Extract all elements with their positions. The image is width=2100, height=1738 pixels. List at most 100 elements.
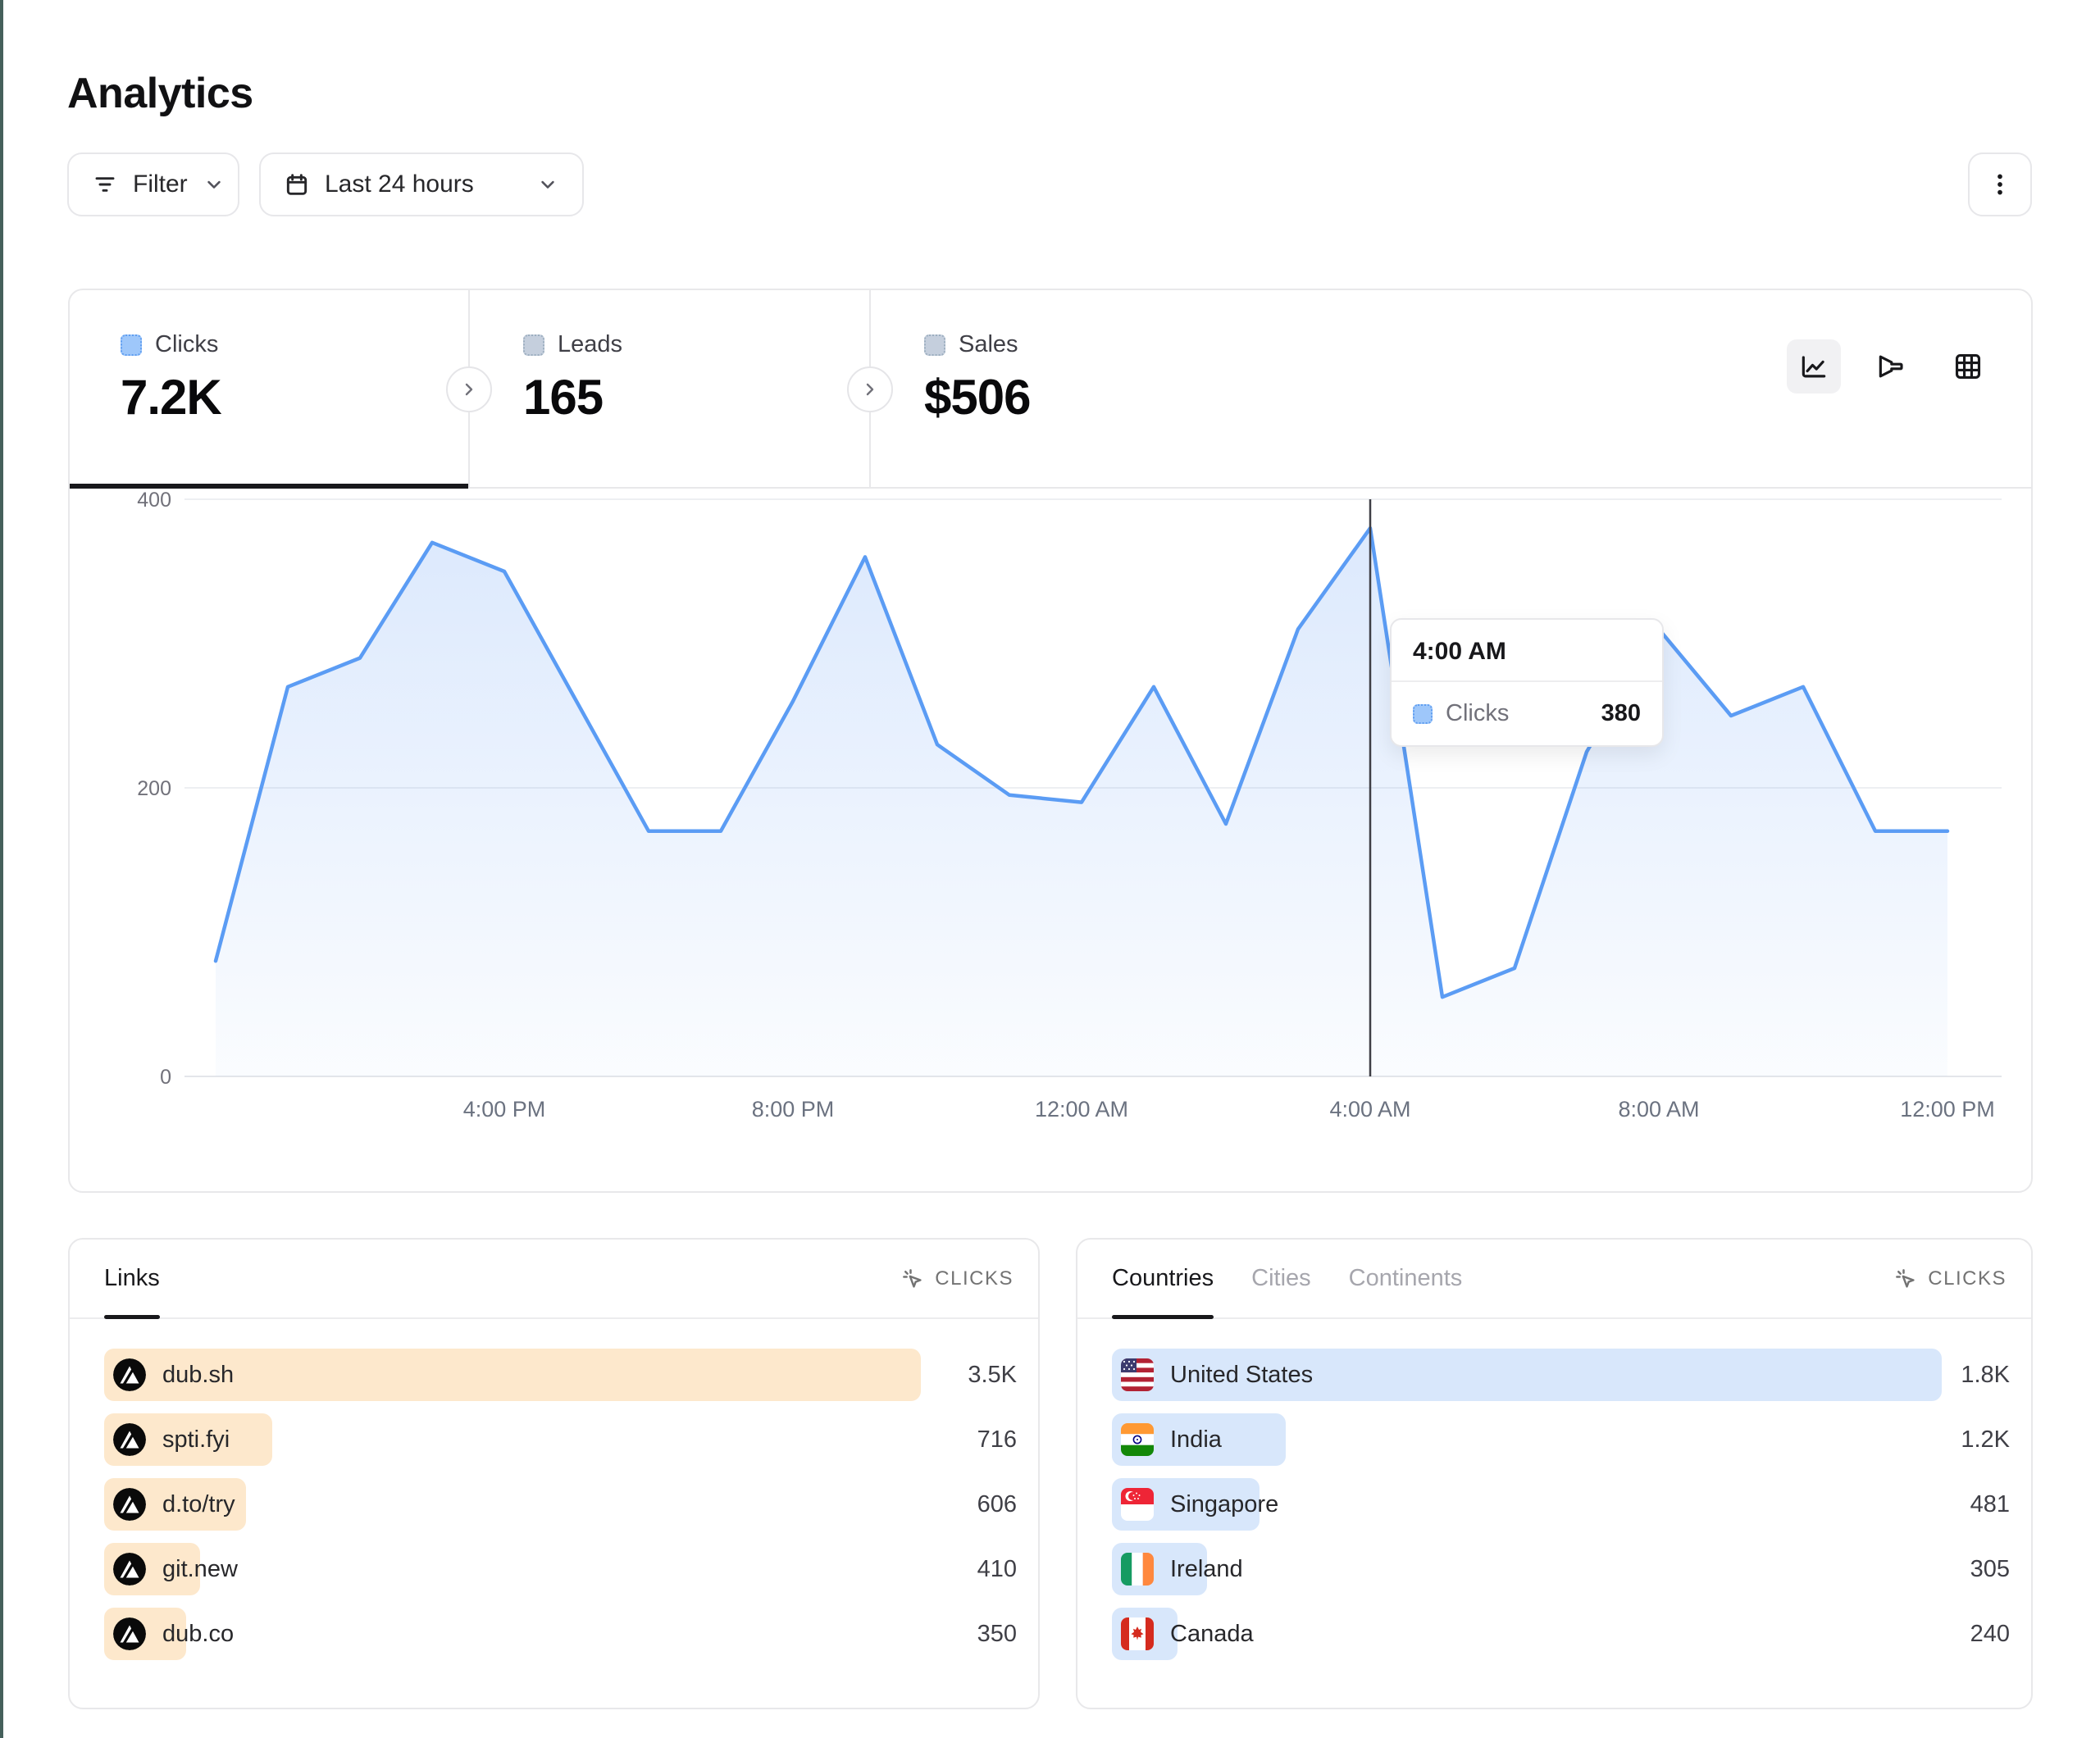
tab-sales[interactable]: Sales $506 (870, 290, 1271, 487)
table-view-button[interactable] (1941, 339, 1995, 394)
metric-label: CLICKS (1928, 1267, 2007, 1290)
dub-logo-icon (113, 1617, 146, 1650)
row-value: 1.2K (1961, 1426, 2010, 1454)
date-range-label: Last 24 hours (325, 171, 474, 198)
list-item[interactable]: Singapore 481 (1112, 1478, 2010, 1531)
dub-logo-icon (113, 1358, 146, 1391)
more-options-button[interactable] (1968, 152, 2032, 216)
tab-continents[interactable]: Continents (1349, 1240, 1463, 1317)
geo-panel: Countries Cities Continents CLICKS Unite… (1076, 1238, 2033, 1709)
stat-value: 7.2K (121, 369, 221, 425)
filter-button[interactable]: Filter (67, 152, 239, 216)
tab-leads[interactable]: Leads 165 (469, 290, 870, 487)
analytics-card: Clicks 7.2K Leads 165 Sales $506 (68, 289, 2033, 1193)
link-favicon (113, 1488, 146, 1521)
row-label: git.new (162, 1556, 238, 1583)
y-axis-label: 400 (137, 489, 171, 512)
row-value: 716 (977, 1426, 1017, 1454)
row-label: d.to/try (162, 1491, 235, 1518)
metric-label: CLICKS (935, 1267, 1014, 1290)
link-favicon (113, 1617, 146, 1650)
country-flag-icon (1121, 1358, 1154, 1391)
tooltip-value: 380 (1601, 700, 1641, 727)
dub-logo-icon (113, 1488, 146, 1521)
analytics-page: Analytics Filter Last 24 hours Clicks (0, 0, 2100, 1738)
row-label: Ireland (1170, 1556, 1243, 1583)
calendar-icon (284, 171, 310, 198)
stat-label: Sales (959, 331, 1018, 358)
row-label: India (1170, 1426, 1222, 1454)
expand-clicks-button[interactable] (446, 366, 492, 412)
row-label: dub.sh (162, 1362, 234, 1389)
x-axis-label: 4:00 AM (1329, 1097, 1410, 1122)
countries-list: United States 1.8K India 1.2K Singapore 481 Ir… (1077, 1319, 2031, 1660)
clicks-legend-square (121, 334, 142, 356)
ie-flag-icon (1121, 1553, 1154, 1586)
list-item[interactable]: Canada240 (1112, 1608, 2010, 1660)
in-flag-icon (1121, 1423, 1154, 1456)
row-label: spti.fyi (162, 1426, 230, 1454)
row-value: 481 (1970, 1491, 2010, 1518)
page-title: Analytics (67, 69, 253, 118)
line-chart-icon (1798, 351, 1829, 382)
list-item[interactable]: d.to/try 606 (104, 1478, 1017, 1531)
stat-label: Clicks (155, 331, 218, 358)
date-range-button[interactable]: Last 24 hours (259, 152, 584, 216)
kebab-menu-icon (1986, 171, 2014, 198)
tab-links[interactable]: Links (104, 1240, 160, 1317)
list-item[interactable]: United States 1.8K (1112, 1349, 2010, 1401)
row-value: 350 (977, 1621, 1017, 1648)
sg-flag-icon (1121, 1488, 1154, 1521)
links-panel: Links CLICKS dub.sh3.5K spti.fyi 716 d.to/t… (68, 1238, 1040, 1709)
geo-panel-header: Countries Cities Continents CLICKS (1077, 1240, 2031, 1319)
tab-clicks[interactable]: Clicks 7.2K (70, 290, 469, 487)
country-flag-icon (1121, 1617, 1154, 1650)
row-value: 1.8K (1961, 1362, 2010, 1389)
expand-leads-button[interactable] (847, 366, 893, 412)
row-value: 305 (1970, 1556, 2010, 1583)
dub-logo-icon (113, 1553, 146, 1586)
link-favicon (113, 1553, 146, 1586)
chevron-down-icon (203, 173, 225, 196)
x-axis-label: 12:00 AM (1035, 1097, 1128, 1122)
tooltip-legend-square (1413, 704, 1433, 724)
us-flag-icon (1121, 1358, 1154, 1391)
list-item[interactable]: git.new 410 (104, 1543, 1017, 1595)
chevron-down-icon (536, 173, 559, 196)
cursor-click-icon (900, 1267, 925, 1291)
link-favicon (113, 1358, 146, 1391)
geo-metric-picker[interactable]: CLICKS (1893, 1267, 2007, 1291)
links-panel-header: Links CLICKS (70, 1240, 1038, 1319)
chevron-right-icon (459, 380, 479, 399)
dub-logo-icon (113, 1423, 146, 1456)
row-label: Singapore (1170, 1491, 1278, 1518)
row-label: Canada (1170, 1621, 1254, 1648)
stat-label: Leads (558, 331, 622, 358)
list-item[interactable]: spti.fyi 716 (104, 1413, 1017, 1466)
funnel-view-button[interactable] (1864, 339, 1918, 394)
list-item[interactable]: Ireland 305 (1112, 1543, 2010, 1595)
row-value: 606 (977, 1491, 1017, 1518)
list-item[interactable]: dub.sh3.5K (104, 1349, 1017, 1401)
row-label: United States (1170, 1362, 1313, 1389)
x-axis-label: 8:00 PM (752, 1097, 835, 1122)
grid-icon (1952, 351, 1984, 382)
links-metric-picker[interactable]: CLICKS (900, 1267, 1014, 1291)
list-item[interactable]: India 1.2K (1112, 1413, 2010, 1466)
link-favicon (113, 1423, 146, 1456)
chevron-right-icon (860, 380, 880, 399)
tooltip-series-label: Clicks (1446, 700, 1509, 727)
list-item[interactable]: dub.co350 (104, 1608, 1017, 1660)
y-axis-label: 200 (137, 777, 171, 800)
stat-value: 165 (523, 369, 603, 425)
clicks-area-chart[interactable]: 02004004:00 PM8:00 PM12:00 AM4:00 AM8:00… (70, 489, 2031, 1193)
country-flag-icon (1121, 1488, 1154, 1521)
row-value: 410 (977, 1556, 1017, 1583)
left-accent-strip (0, 0, 3, 1738)
tooltip-time: 4:00 AM (1392, 620, 1662, 682)
ca-flag-icon (1121, 1617, 1154, 1650)
tab-countries[interactable]: Countries (1112, 1240, 1214, 1317)
tab-cities[interactable]: Cities (1251, 1240, 1311, 1317)
filter-button-label: Filter (133, 171, 188, 198)
line-chart-view-button[interactable] (1787, 339, 1841, 394)
